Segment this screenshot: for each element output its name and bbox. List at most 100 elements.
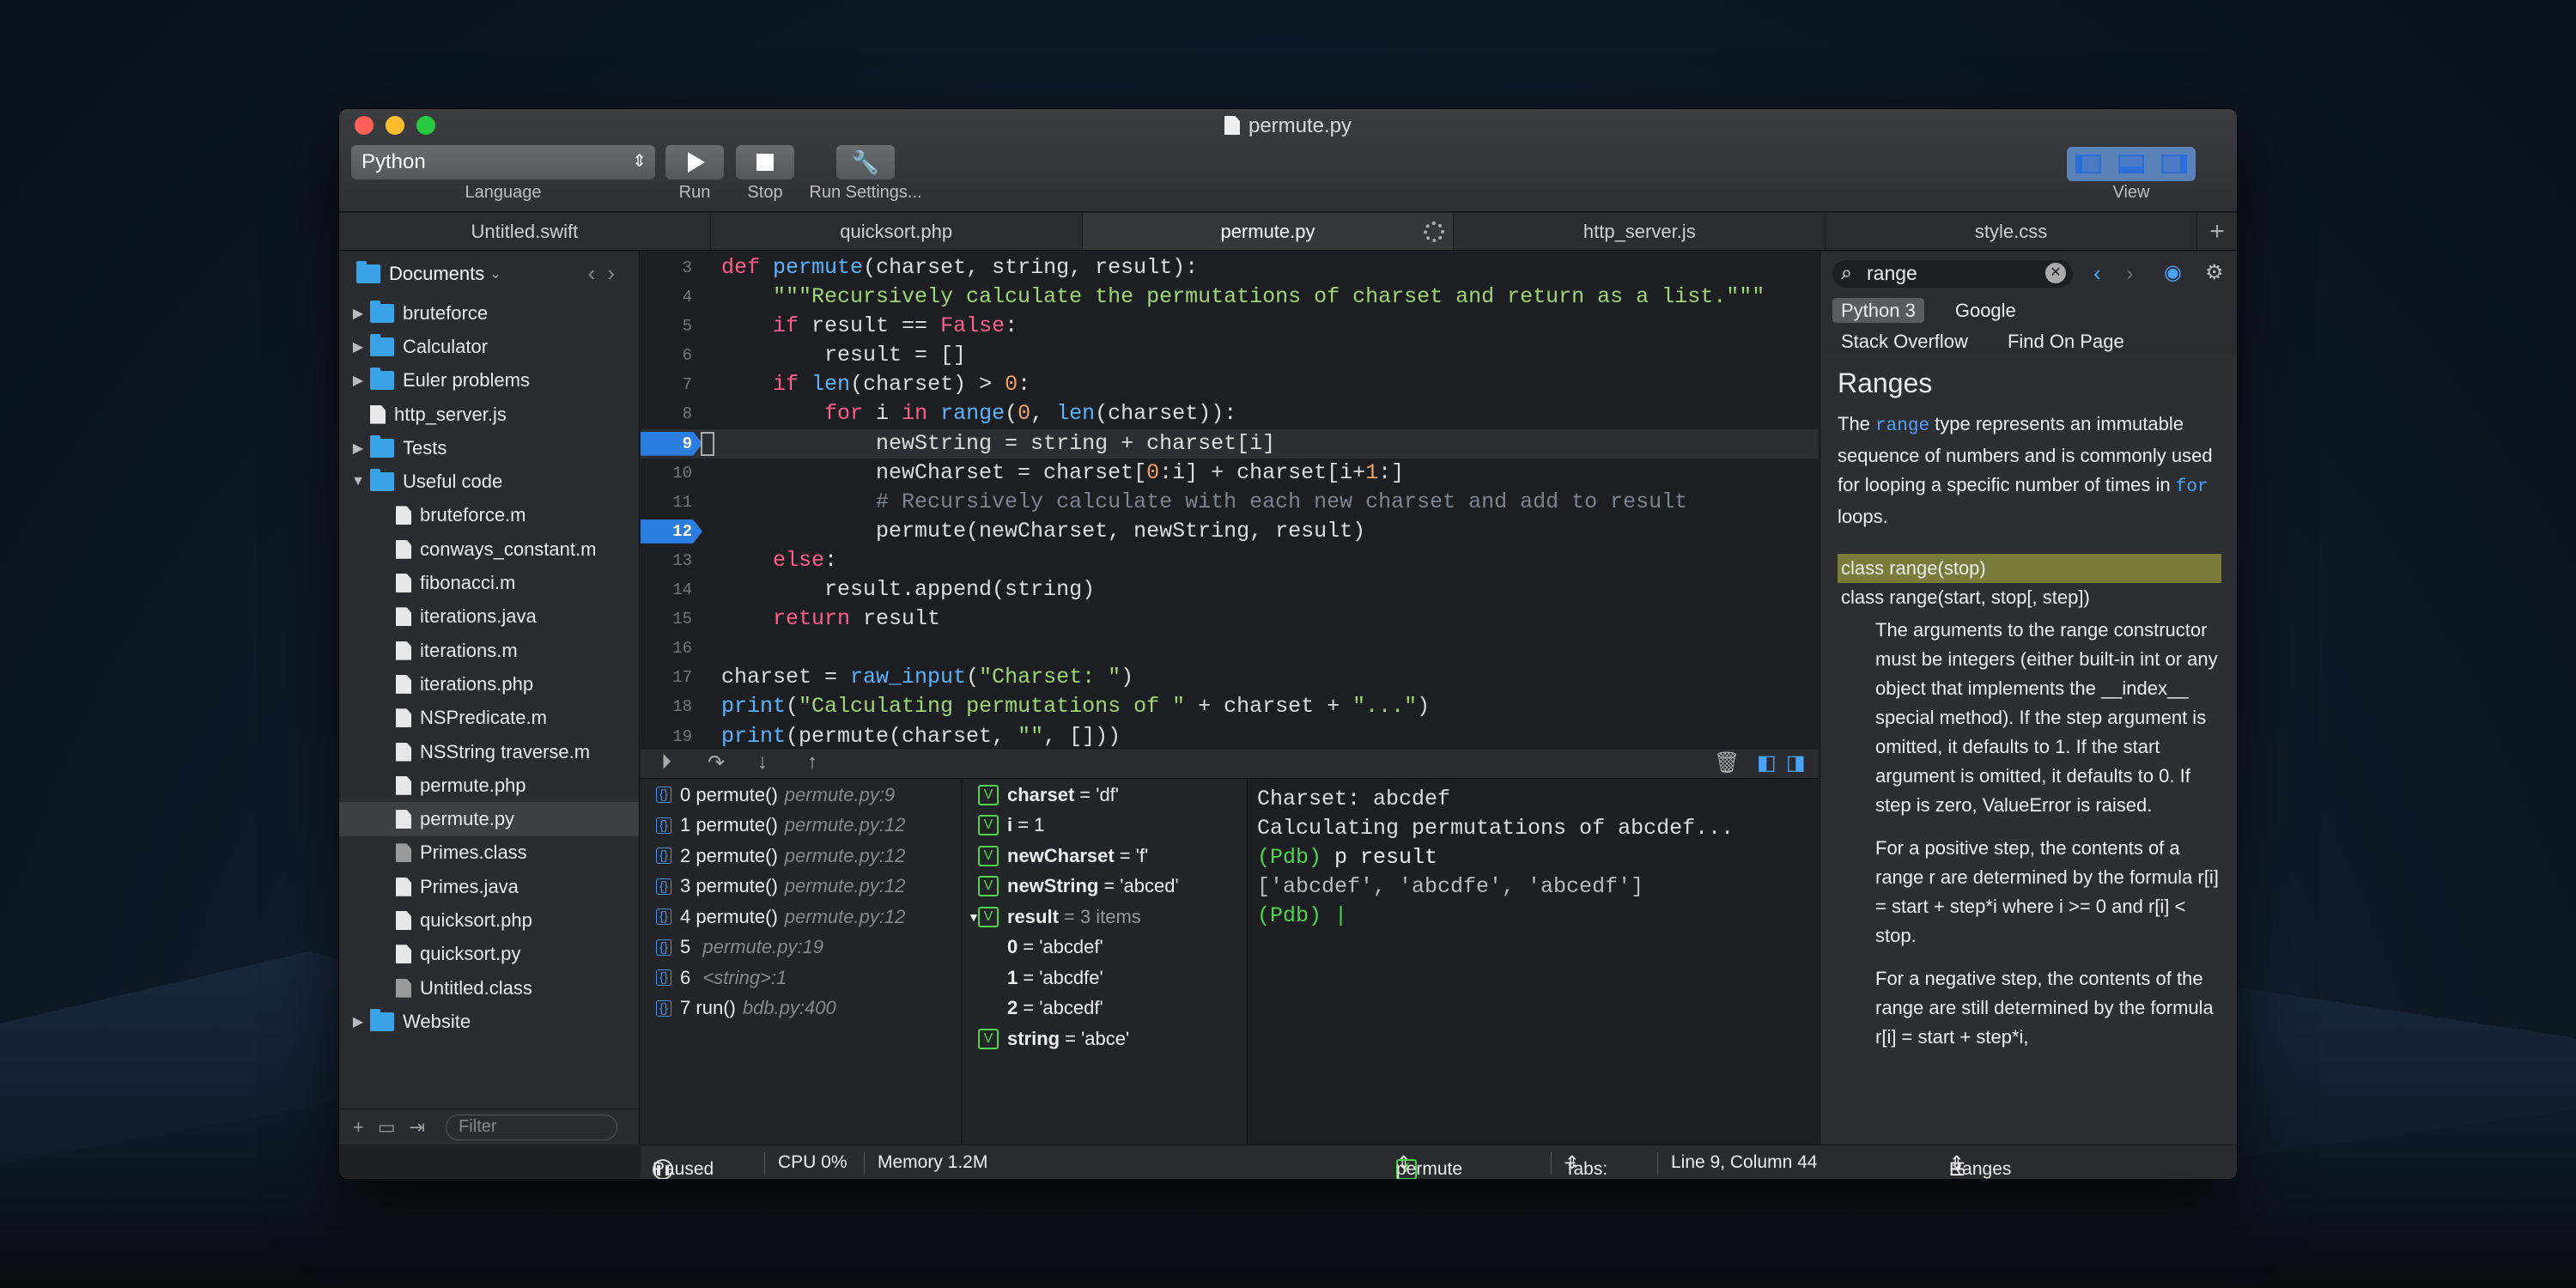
disclosure-expanded-icon[interactable]: ▼: [968, 910, 980, 924]
folder-item[interactable]: ▼ Useful code: [339, 465, 639, 498]
source-find-on-page[interactable]: Find On Page: [1999, 329, 2133, 354]
variable-row[interactable]: Vstring = 'abce': [963, 1024, 1247, 1054]
code-editor[interactable]: 3 def permute(charset, string, result): 4 …: [641, 252, 1819, 748]
code-line[interactable]: 17 charset = raw_input("Charset: "): [641, 663, 1819, 692]
source-google[interactable]: Google: [1947, 298, 2025, 323]
file-item[interactable]: Primes.java: [339, 870, 639, 903]
disclosure-collapsed-icon[interactable]: ▶: [349, 305, 367, 322]
toggle-sidebar-button[interactable]: [2067, 147, 2110, 181]
tab-permute-py[interactable]: permute.py: [1082, 213, 1455, 250]
disclosure-collapsed-icon[interactable]: ▶: [349, 1013, 367, 1030]
file-item[interactable]: Primes.class: [339, 836, 639, 870]
file-item[interactable]: http_server.js: [339, 398, 639, 431]
forward-icon[interactable]: ›: [607, 260, 627, 286]
sidebar-header[interactable]: Documents ⌄ ‹›: [339, 252, 639, 296]
disclosure-collapsed-icon[interactable]: ▶: [349, 338, 367, 355]
file-item[interactable]: iterations.php: [339, 667, 639, 701]
code-line[interactable]: 9 newString = string + charset[i]: [641, 428, 1819, 459]
code-line[interactable]: 12 permute(newCharset, newString, result…: [641, 517, 1819, 546]
function-selector[interactable]: f permute ⇕: [1396, 1152, 1462, 1179]
stack-frame[interactable]: {} 2 permute() permute.py:12: [641, 841, 961, 872]
code-line[interactable]: 8 for i in range(0, len(charset)):: [641, 399, 1819, 428]
continue-icon[interactable]: ⏵: [661, 750, 671, 775]
file-item[interactable]: bruteforce.m: [339, 499, 639, 532]
file-item[interactable]: permute.php: [339, 769, 639, 802]
source-python3[interactable]: Python 3: [1832, 298, 1924, 323]
code-line[interactable]: 19 print(permute(charset, "", [])): [641, 722, 1819, 749]
file-item[interactable]: quicksort.py: [339, 938, 639, 971]
file-item[interactable]: fibonacci.m: [339, 566, 639, 599]
folder-item[interactable]: ▶ bruteforce: [339, 296, 639, 330]
code-line[interactable]: 13 else:: [641, 546, 1819, 575]
split-left-icon[interactable]: ◧: [1757, 750, 1777, 775]
docs-section-selector[interactable]: ☰ Ranges ⇕: [1949, 1152, 2011, 1179]
step-into-icon[interactable]: ↓: [757, 750, 768, 775]
code-line[interactable]: 10 newCharset = charset[0:i] + charset[i…: [641, 459, 1819, 488]
split-right-icon[interactable]: ◨: [1786, 750, 1806, 775]
stack-frame[interactable]: {} 1 permute() permute.py:12: [641, 811, 961, 841]
file-item[interactable]: conways_constant.m: [339, 532, 639, 566]
add-icon[interactable]: +: [353, 1116, 364, 1139]
variable-row[interactable]: VnewCharset = 'f': [963, 841, 1247, 872]
run-button[interactable]: [665, 145, 724, 179]
tab-quicksort-php[interactable]: quicksort.php: [711, 213, 1083, 250]
tab-http-server-js[interactable]: http_server.js: [1454, 213, 1826, 250]
folder-item[interactable]: ▶ Tests: [339, 431, 639, 465]
tab-style-css[interactable]: style.css: [1826, 213, 2197, 250]
new-folder-icon[interactable]: ▭: [378, 1116, 396, 1139]
run-settings-button[interactable]: 🔧: [836, 145, 895, 179]
file-item[interactable]: Untitled.class: [339, 971, 639, 1005]
folder-item[interactable]: ▶ Website: [339, 1005, 639, 1038]
trash-icon[interactable]: 🗑: [1714, 750, 1740, 775]
eye-icon[interactable]: ◉: [2164, 260, 2182, 285]
folder-item[interactable]: ▶ Euler problems: [339, 364, 639, 398]
docs-search-input[interactable]: ⌕ range ✕: [1832, 260, 2073, 288]
variable-row[interactable]: Vcharset = 'df': [963, 780, 1247, 811]
code-line[interactable]: 6 result = []: [641, 341, 1819, 370]
code-line[interactable]: 18 print("Calculating permutations of " +…: [641, 692, 1819, 721]
code-line[interactable]: 4 """Recursively calculate the permutati…: [641, 283, 1819, 312]
stack-frame[interactable]: {} 0 permute() permute.py:9: [641, 780, 961, 811]
gear-icon[interactable]: ⚙: [2205, 260, 2224, 285]
code-line[interactable]: 16: [641, 634, 1819, 663]
source-stack-overflow[interactable]: Stack Overflow: [1832, 329, 1977, 354]
variable-row[interactable]: ▼ Vresult = 3 items: [963, 902, 1247, 933]
stack-frame[interactable]: {} 5 permute.py:19: [641, 933, 961, 963]
docs-forward-icon[interactable]: ›: [2126, 260, 2134, 287]
import-icon[interactable]: ⇥: [410, 1116, 425, 1139]
toggle-docs-pane-button[interactable]: [2153, 147, 2196, 181]
variable-row[interactable]: VnewString = 'abced': [963, 872, 1247, 902]
code-line[interactable]: 14 result.append(string): [641, 575, 1819, 605]
variable-row[interactable]: 0 = 'abcdef': [963, 933, 1247, 963]
range-link[interactable]: range: [1875, 416, 1929, 436]
file-item[interactable]: iterations.java: [339, 600, 639, 634]
clear-icon[interactable]: ✕: [2045, 263, 2066, 283]
file-item[interactable]: quicksort.php: [339, 903, 639, 937]
variable-row[interactable]: 1 = 'abcdfe': [963, 963, 1247, 993]
stack-frame[interactable]: {} 3 permute() permute.py:12: [641, 872, 961, 902]
back-icon[interactable]: ‹: [588, 260, 608, 286]
file-item[interactable]: NSPredicate.m: [339, 702, 639, 735]
variable-row[interactable]: Vi = 1: [963, 811, 1247, 841]
stop-button[interactable]: [736, 145, 794, 179]
code-line[interactable]: 15 return result: [641, 605, 1819, 634]
step-over-icon[interactable]: ↷: [708, 750, 725, 775]
for-link[interactable]: for: [2176, 477, 2208, 497]
toggle-bottom-pane-button[interactable]: [2110, 147, 2153, 181]
filter-input[interactable]: Filter: [446, 1114, 618, 1140]
file-item[interactable]: permute.py: [339, 802, 639, 836]
code-line[interactable]: 7 if len(charset) > 0:: [641, 370, 1819, 399]
disclosure-expanded-icon[interactable]: ▼: [349, 474, 367, 489]
language-select[interactable]: Python ⇕: [351, 145, 655, 179]
stack-frame[interactable]: {} 4 permute() permute.py:12: [641, 902, 961, 933]
code-line[interactable]: 3 def permute(charset, string, result):: [641, 253, 1819, 283]
disclosure-collapsed-icon[interactable]: ▶: [349, 372, 367, 389]
docs-back-icon[interactable]: ‹: [2093, 260, 2101, 287]
tabs-selector[interactable]: Tabs: 4 ⇕: [1564, 1152, 1607, 1179]
file-item[interactable]: NSString traverse.m: [339, 735, 639, 769]
file-item[interactable]: iterations.m: [339, 634, 639, 667]
folder-item[interactable]: ▶ Calculator: [339, 330, 639, 363]
variable-row[interactable]: 2 = 'abcedf': [963, 993, 1247, 1024]
stack-frame[interactable]: {} 6 <string>:1: [641, 963, 961, 993]
step-out-icon[interactable]: ↑: [807, 750, 817, 775]
